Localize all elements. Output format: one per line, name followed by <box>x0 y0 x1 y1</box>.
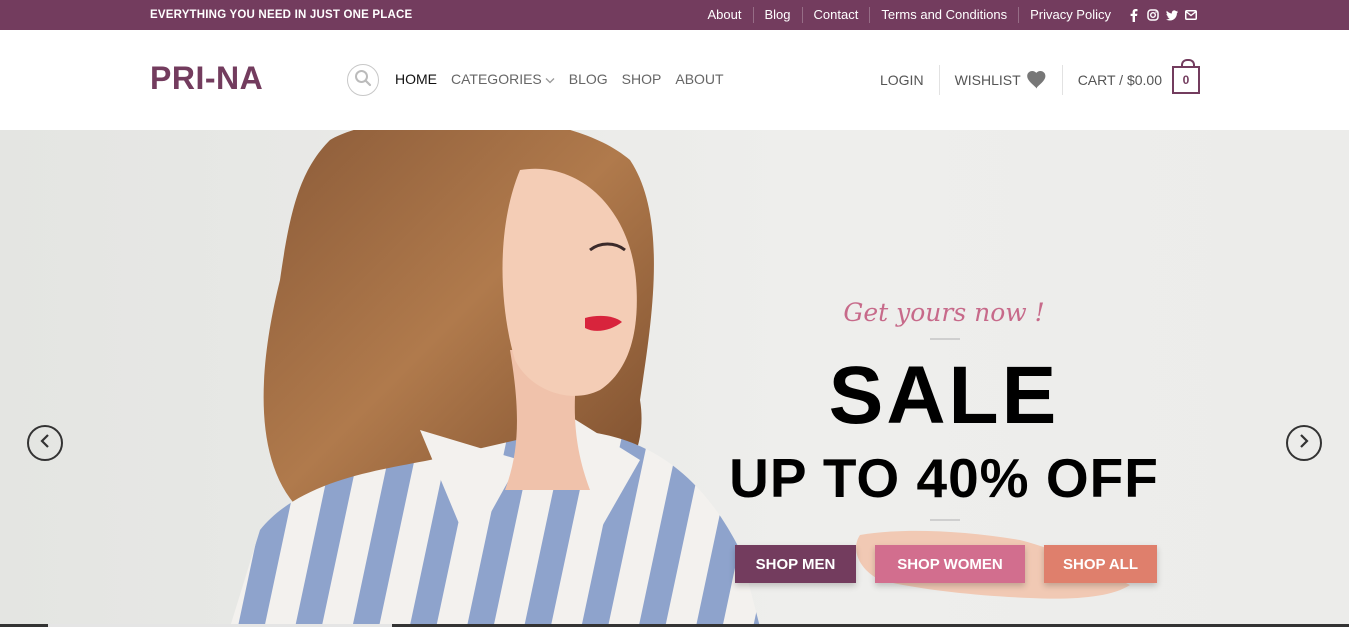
nav-blog[interactable]: BLOG <box>569 71 608 87</box>
hero-slider: Get yours now ! SALE UP TO 40% OFF SHOP … <box>0 130 1349 627</box>
shop-women-button[interactable]: SHOP WOMEN <box>875 545 1025 583</box>
top-link-blog[interactable]: Blog <box>752 7 802 23</box>
facebook-icon[interactable] <box>1128 8 1140 22</box>
slider-next-button[interactable] <box>1286 425 1322 461</box>
nav-blog-label: BLOG <box>568 71 608 87</box>
wishlist-link[interactable]: WISHLIST <box>938 65 1062 95</box>
login-link[interactable]: LOGIN <box>865 65 939 95</box>
shop-all-button[interactable]: SHOP ALL <box>1044 545 1157 583</box>
tagline: EVERYTHING YOU NEED IN JUST ONE PLACE <box>150 9 413 21</box>
nav-about[interactable]: ABOUT <box>675 71 723 87</box>
top-link-privacy[interactable]: Privacy Policy <box>1018 7 1122 23</box>
nav-home[interactable]: HOME <box>395 71 437 87</box>
hero-promo: Get yours now ! SALE UP TO 40% OFF SHOP … <box>720 130 1168 627</box>
twitter-icon[interactable] <box>1166 9 1178 21</box>
search-button[interactable] <box>347 64 379 96</box>
top-bar: EVERYTHING YOU NEED IN JUST ONE PLACE Ab… <box>0 0 1349 30</box>
instagram-icon[interactable] <box>1147 9 1159 21</box>
chevron-right-icon <box>1298 433 1310 454</box>
wishlist-label: WISHLIST <box>954 72 1021 88</box>
login-label: LOGIN <box>879 72 924 88</box>
site-logo[interactable]: PRI-NA <box>150 60 263 97</box>
hero-buttons: SHOP MEN SHOP WOMEN SHOP ALL <box>735 545 1157 583</box>
hero-subheadline: UP TO 40% OFF <box>729 447 1159 509</box>
hero-headline: SALE <box>828 350 1060 441</box>
shop-men-button[interactable]: SHOP MEN <box>735 545 856 583</box>
chevron-left-icon <box>39 433 51 454</box>
top-link-about[interactable]: About <box>697 7 753 23</box>
top-link-contact[interactable]: Contact <box>801 7 870 23</box>
social-links <box>1128 8 1197 22</box>
nav-about-label: ABOUT <box>675 71 724 87</box>
nav-categories-label: CATEGORIES <box>451 71 542 87</box>
top-link-terms[interactable]: Terms and Conditions <box>869 7 1018 23</box>
cart-link[interactable]: CART / $0.00 0 <box>1061 59 1200 95</box>
account-nav: LOGIN WISHLIST CART / $0.00 0 <box>865 59 1200 97</box>
heart-icon <box>1026 71 1047 89</box>
hero-kicker: Get yours now ! <box>843 298 1045 327</box>
slider-prev-button[interactable] <box>27 425 63 461</box>
cart-count-badge: 0 <box>1172 59 1200 94</box>
nav-categories[interactable]: CATEGORIES <box>451 71 555 87</box>
main-header: PRI-NA HOME CATEGORIES BLOG SHOP ABOUT L… <box>0 30 1349 130</box>
chevron-down-icon <box>545 71 555 87</box>
divider <box>930 519 960 521</box>
cart-label: CART / $0.00 <box>1077 72 1162 88</box>
divider <box>930 338 960 340</box>
search-icon <box>354 69 372 92</box>
nav-home-label: HOME <box>395 71 437 87</box>
main-nav: HOME CATEGORIES BLOG SHOP ABOUT <box>395 71 724 87</box>
nav-shop-label: SHOP <box>621 71 662 87</box>
nav-shop[interactable]: SHOP <box>622 71 662 87</box>
email-icon[interactable] <box>1185 9 1197 21</box>
top-links: About Blog Contact Terms and Conditions … <box>697 0 1349 30</box>
